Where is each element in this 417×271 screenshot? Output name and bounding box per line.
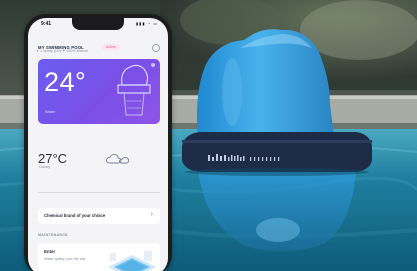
chemical-brand-prompt: Chemical brand of your choice [44, 213, 106, 218]
water-temperature-card[interactable]: 24° Water [38, 59, 160, 124]
cloud-icon [106, 153, 130, 164]
photo-scene: 9:41 ▮▮▮ ◔ ▭ MY SWIMMING POOL Active 24°… [0, 0, 417, 271]
tip-body: Water quality over the last [44, 257, 86, 261]
maintenance-section-title: MAINTENANCE [38, 233, 68, 237]
phone-screen: 9:41 ▮▮▮ ◔ ▭ MY SWIMMING POOL Active 24°… [28, 18, 168, 271]
pool-illustration [108, 251, 156, 271]
weather-summary: 27°C Cloudy [38, 151, 160, 181]
phone-notch [72, 18, 124, 30]
status-bar-icons: ▮▮▮ ◔ ▭ [135, 21, 158, 26]
water-temperature-value: 24° [44, 67, 87, 97]
status-bar-time: 9:41 [41, 21, 52, 27]
tip-title: Enter [44, 249, 56, 254]
chevron-right-icon: › [150, 211, 153, 218]
pool-float-icon [117, 64, 151, 116]
water-label: Water [45, 109, 56, 114]
smartphone: 9:41 ▮▮▮ ◔ ▭ MY SWIMMING POOL Active 24°… [24, 14, 172, 271]
air-temperature-value: 27°C [38, 151, 68, 166]
chemical-brand-card[interactable]: Chemical brand of your choice › [38, 208, 160, 224]
maintenance-tip-card[interactable]: Enter Water quality over the last [38, 243, 160, 271]
weather-stats: ☀ 1 sunny (UV) ☂ 100% chance [36, 49, 89, 53]
weather-condition: Cloudy [39, 165, 51, 169]
section-divider [38, 192, 160, 193]
